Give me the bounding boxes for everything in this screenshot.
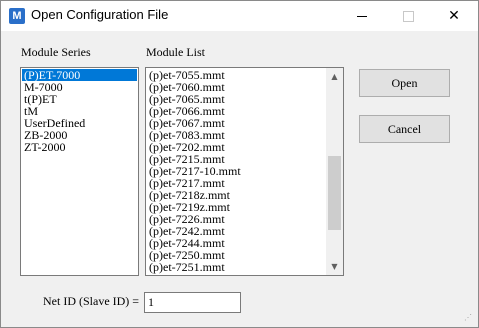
series-item[interactable]: t(P)ET [21,93,138,105]
net-id-label: Net ID (Slave ID) = [43,294,140,308]
chevron-up-icon[interactable]: ▲ [326,68,343,85]
scrollbar-thumb[interactable] [328,156,341,230]
dialog-window: M Open Configuration File ✕ Module Serie… [0,0,479,328]
module-list-label: Module List [146,45,205,59]
chevron-down-icon[interactable]: ▼ [326,258,343,275]
series-item[interactable]: ZT-2000 [21,141,138,153]
close-button[interactable]: ✕ [431,1,477,31]
minimize-button[interactable] [339,1,385,31]
resize-grip-icon[interactable]: ⋰ [464,313,474,323]
list-item[interactable]: (p)et-7251.mmt [146,261,327,273]
module-list-listbox[interactable]: (p)et-7055.mmt (p)et-7060.mmt (p)et-7065… [145,67,344,276]
maximize-button[interactable] [385,1,431,31]
minimize-icon [357,15,367,17]
close-icon: ✕ [448,8,460,24]
module-list-items: (p)et-7055.mmt (p)et-7060.mmt (p)et-7065… [146,69,327,273]
maximize-icon [402,10,414,22]
module-series-listbox[interactable]: (P)ET-7000 M-7000 t(P)ET tM UserDefined … [20,67,139,276]
module-list-scrollbar[interactable]: ▲ ▼ [326,68,343,275]
net-id-input[interactable]: 1 [144,292,241,313]
open-button[interactable]: Open [359,69,450,97]
cancel-button[interactable]: Cancel [359,115,450,143]
module-series-label: Module Series [21,45,91,59]
window-title: Open Configuration File [31,7,169,22]
app-icon: M [9,8,25,24]
title-bar[interactable]: M Open Configuration File ✕ [1,1,478,31]
